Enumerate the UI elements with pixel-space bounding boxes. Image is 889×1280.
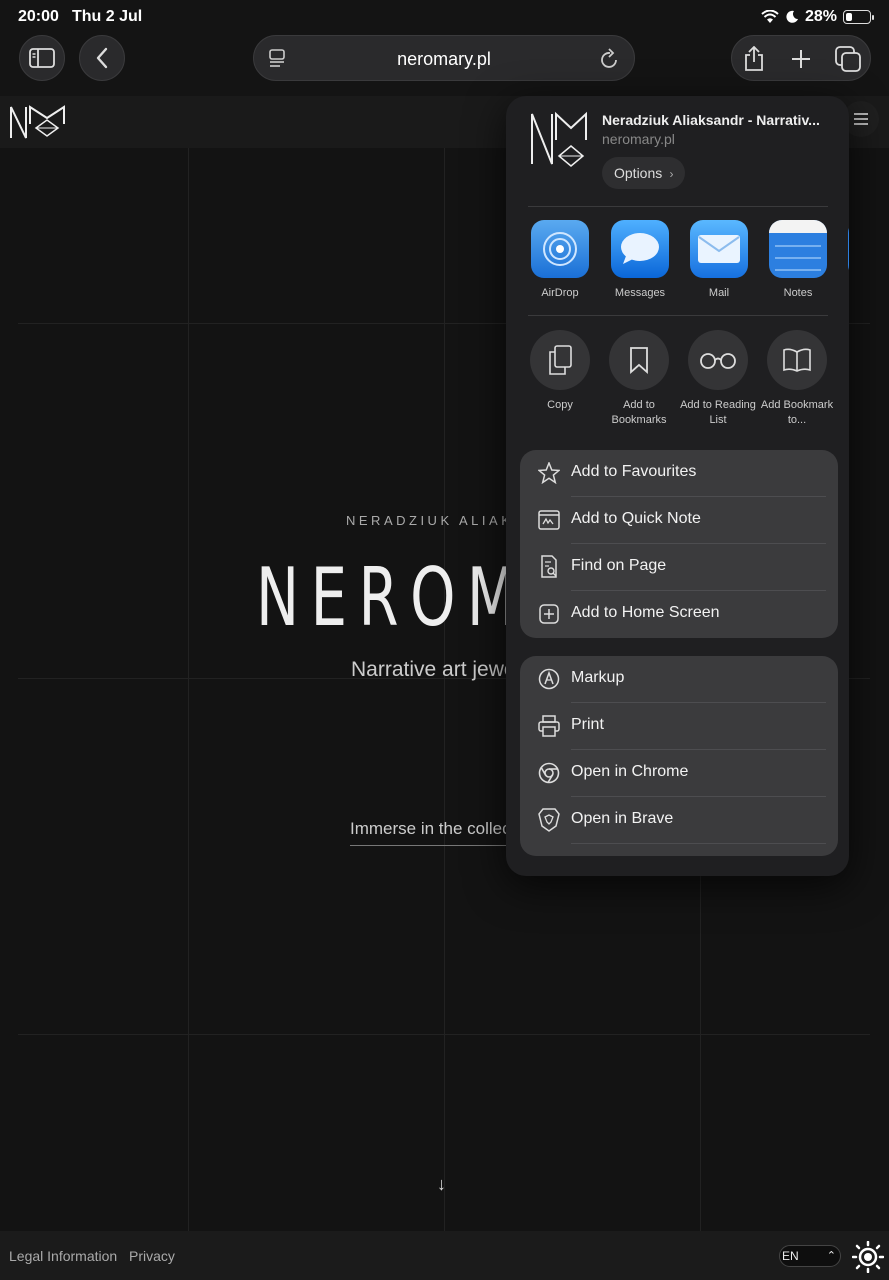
moon-icon [786,10,798,23]
share-apps-row: AirDrop Messages Mail Notes R [530,220,849,310]
row-add-favourites[interactable]: Add to Favourites [520,450,838,497]
add-square-icon [538,603,560,625]
app-notes[interactable]: Notes [768,220,828,299]
glasses-icon [688,330,748,390]
action-label: Copy [547,399,573,411]
airdrop-icon [531,220,589,278]
divider [528,315,828,316]
app-reminders[interactable]: R [848,220,849,299]
sidebar-button[interactable] [19,35,65,81]
chevron-right-icon: › [666,167,674,181]
row-label: Open in Chrome [571,763,689,780]
action-reading-list[interactable]: Add to Reading List [680,330,756,428]
action-add-bookmark-to[interactable]: Add Bookmark to... [759,330,835,428]
action-group-2: Markup Print Open in Chrome Open in Brav… [520,656,838,856]
messages-icon [611,220,669,278]
language-select[interactable]: EN ⌃ [779,1245,841,1267]
grid-line [444,148,445,1231]
reload-icon[interactable] [600,48,620,70]
row-markup[interactable]: Markup [520,656,838,703]
grid-line [18,1034,870,1035]
row-label: Find on Page [571,557,667,574]
action-label: Add to Bookmarks [611,399,667,426]
quick-note-icon [538,509,560,531]
wifi-icon [761,10,779,23]
updown-chevron-icon: ⌃ [826,1250,836,1262]
row-open-chrome[interactable]: Open in Chrome [520,750,838,797]
status-right: 28% [761,8,874,26]
options-label: Options [614,165,663,181]
star-icon [538,462,560,484]
site-footer: Legal Information Privacy EN ⌃ [0,1231,889,1280]
row-label: Open in Brave [571,810,674,827]
theme-toggle-icon[interactable] [852,1241,884,1273]
brave-icon [538,808,560,832]
url-text: neromary.pl [397,49,491,69]
row-add-home-screen[interactable]: Add to Home Screen [520,591,838,638]
battery-percent: 28% [804,8,837,25]
grid-line [188,148,189,1231]
app-label: Mail [708,287,730,299]
action-copy[interactable]: Copy [522,330,598,413]
hamburger-icon [854,113,868,125]
address-bar[interactable]: neromary.pl [253,35,635,81]
action-add-bookmarks[interactable]: Add to Bookmarks [601,330,677,428]
row-divider [571,843,826,844]
scroll-down-icon[interactable]: ↓ [437,1174,446,1195]
browser-toolbar: neromary.pl [0,34,889,86]
mail-icon [690,220,748,278]
status-date: Thu 2 Jul [72,8,143,25]
copy-icon [530,330,590,390]
share-icon[interactable] [743,46,765,72]
app-label: AirDrop [541,287,579,299]
share-sheet: Neradziuk Aliaksandr - Narrativ... nerom… [506,96,849,876]
battery-fill [845,12,852,21]
row-label: Add to Quick Note [571,510,701,527]
chevron-left-icon [96,47,108,69]
language-value: EN [782,1249,799,1263]
sidebar-icon [29,48,55,68]
back-button[interactable] [79,35,125,81]
row-label: Add to Home Screen [571,604,720,621]
row-print[interactable]: Print [520,703,838,750]
share-domain: neromary.pl [602,131,675,147]
toolbar-actions [731,35,871,81]
divider [528,206,828,207]
action-label: Add Bookmark to... [760,399,834,426]
app-mail[interactable]: Mail [689,220,749,299]
status-time: 20:00 [18,8,59,25]
reminders-icon [848,220,849,278]
markup-icon [538,668,560,690]
plus-icon[interactable] [790,48,812,70]
action-label: Add to Reading List [680,399,756,426]
book-icon [767,330,827,390]
options-button[interactable]: Options › [602,157,686,189]
chrome-icon [538,762,560,784]
row-open-brave[interactable]: Open in Brave [520,797,838,844]
tabs-icon[interactable] [835,46,861,72]
bookmark-icon [609,330,669,390]
share-title: Neradziuk Aliaksandr - Narrativ... [602,112,820,128]
print-icon [538,715,560,737]
app-messages[interactable]: Messages [610,220,670,299]
battery-icon [843,10,874,24]
row-quick-note[interactable]: Add to Quick Note [520,497,838,544]
action-group-1: Add to Favourites Add to Quick Note Find… [520,450,838,638]
app-airdrop[interactable]: AirDrop [530,220,590,299]
row-find-on-page[interactable]: Find on Page [520,544,838,591]
app-label: R [848,287,849,299]
app-label: Notes [783,287,813,299]
notes-icon [769,220,827,278]
row-label: Add to Favourites [571,463,697,480]
app-label: Messages [614,287,666,299]
share-site-logo-icon [531,111,587,167]
row-label: Print [571,716,604,733]
row-label: Markup [571,669,625,686]
share-actions-row: Copy Add to Bookmarks Add to Reading Lis… [530,330,849,430]
find-icon [538,555,560,578]
site-logo-icon[interactable] [8,104,66,140]
status-bar: 20:00 Thu 2 Jul 28% [0,0,889,34]
privacy-link[interactable]: Privacy [129,1248,175,1264]
legal-link[interactable]: Legal Information [9,1248,117,1264]
